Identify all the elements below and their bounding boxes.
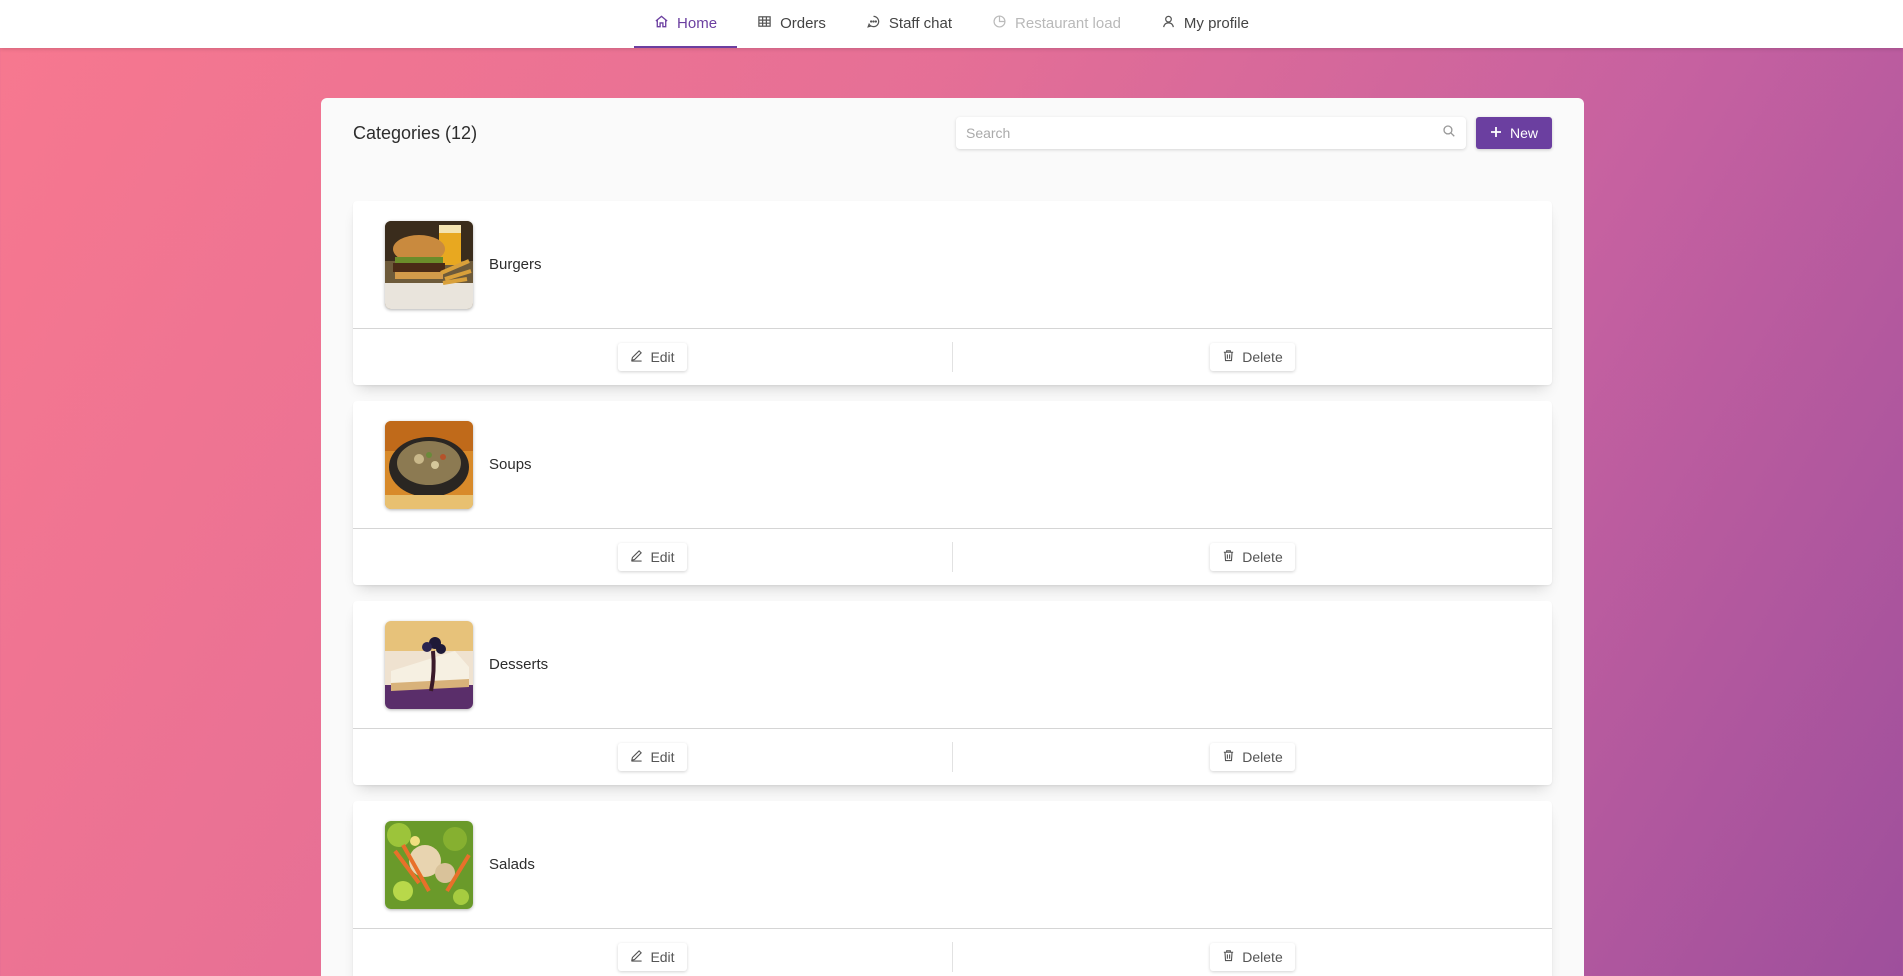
delete-label: Delete — [1242, 949, 1283, 965]
delete-cell: Delete — [953, 742, 1552, 772]
pencil-icon — [630, 549, 643, 565]
edit-cell: Edit — [353, 742, 953, 772]
pie-chart-icon — [992, 14, 1007, 33]
nav-item-label: Restaurant load — [1015, 14, 1121, 32]
delete-button[interactable]: Delete — [1210, 743, 1295, 771]
search-box — [955, 117, 1466, 149]
category-image-salads — [385, 820, 473, 909]
edit-button[interactable]: Edit — [618, 343, 687, 371]
search-input[interactable] — [965, 125, 1442, 141]
edit-button[interactable]: Edit — [618, 943, 687, 971]
plus-icon — [1490, 125, 1502, 141]
category-card-soups: Soups Edit Delete — [353, 401, 1552, 585]
pencil-icon — [630, 949, 643, 965]
category-name: Desserts — [489, 656, 549, 673]
nav-item-label: Home — [677, 14, 718, 32]
new-button-label: New — [1509, 125, 1538, 141]
nav-item-my-profile[interactable]: My profile — [1141, 0, 1269, 48]
categories-panel: Categories (12) New — [321, 98, 1584, 976]
nav-item-label: Staff chat — [888, 14, 953, 32]
category-image-burgers — [385, 220, 473, 309]
edit-button[interactable]: Edit — [618, 543, 687, 571]
edit-button[interactable]: Edit — [618, 743, 687, 771]
edit-label: Edit — [650, 749, 675, 765]
category-name: Soups — [489, 456, 532, 473]
delete-cell: Delete — [953, 542, 1552, 572]
nav-item-staff-chat[interactable]: Staff chat — [846, 0, 972, 48]
pencil-icon — [630, 349, 643, 365]
category-card-salads: Salads Edit Delete — [353, 801, 1552, 976]
delete-cell: Delete — [953, 942, 1552, 972]
trash-icon — [1222, 349, 1235, 365]
category-card-desserts: Desserts Edit Delete — [353, 601, 1552, 785]
home-icon — [654, 14, 669, 33]
nav-item-orders[interactable]: Orders — [737, 0, 846, 48]
delete-label: Delete — [1242, 349, 1283, 365]
category-list: Burgers Edit Delete Soups Edit Delete De… — [353, 201, 1552, 976]
table-icon — [757, 14, 772, 33]
edit-cell: Edit — [353, 942, 953, 972]
category-actions: Edit Delete — [353, 529, 1552, 585]
category-card-burgers: Burgers Edit Delete — [353, 201, 1552, 385]
category-image-soups — [385, 420, 473, 509]
user-icon — [1161, 14, 1176, 33]
new-category-button[interactable]: New — [1475, 117, 1552, 149]
category-info: Desserts — [353, 601, 1552, 729]
delete-button[interactable]: Delete — [1210, 943, 1295, 971]
category-actions: Edit Delete — [353, 329, 1552, 385]
top-navigation: Home Orders Staff chat Restaurant load M… — [0, 0, 1903, 48]
nav-item-home[interactable]: Home — [634, 0, 738, 48]
trash-icon — [1222, 949, 1235, 965]
chat-icon — [866, 14, 881, 33]
edit-label: Edit — [650, 349, 675, 365]
delete-button[interactable]: Delete — [1210, 543, 1295, 571]
edit-cell: Edit — [353, 342, 953, 372]
delete-label: Delete — [1242, 549, 1283, 565]
category-image-desserts — [385, 620, 473, 709]
trash-icon — [1222, 749, 1235, 765]
category-info: Burgers — [353, 201, 1552, 329]
nav-item-label: Orders — [780, 14, 826, 32]
panel-header: Categories (12) New — [353, 116, 1552, 150]
edit-label: Edit — [650, 949, 675, 965]
delete-button[interactable]: Delete — [1210, 343, 1295, 371]
trash-icon — [1222, 549, 1235, 565]
category-info: Salads — [353, 801, 1552, 929]
category-actions: Edit Delete — [353, 729, 1552, 785]
pencil-icon — [630, 749, 643, 765]
category-info: Soups — [353, 401, 1552, 529]
edit-cell: Edit — [353, 542, 953, 572]
nav-item-label: My profile — [1183, 14, 1249, 32]
category-name: Salads — [489, 856, 535, 873]
delete-label: Delete — [1242, 749, 1283, 765]
edit-label: Edit — [650, 549, 675, 565]
category-name: Burgers — [489, 256, 542, 273]
page-title: Categories (12) — [353, 122, 478, 143]
delete-cell: Delete — [953, 342, 1552, 372]
search-icon[interactable] — [1442, 124, 1456, 143]
category-actions: Edit Delete — [353, 929, 1552, 976]
nav-item-restaurant-load[interactable]: Restaurant load — [972, 0, 1141, 48]
